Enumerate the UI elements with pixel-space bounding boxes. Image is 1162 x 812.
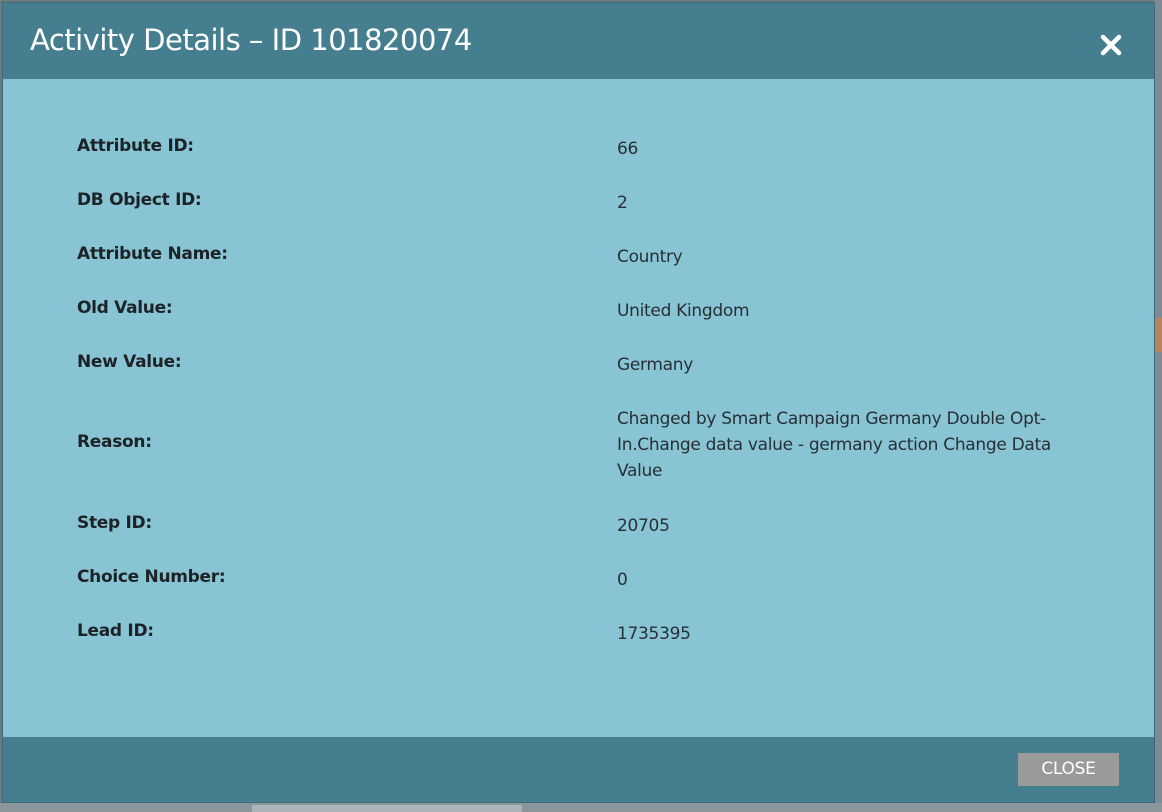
detail-label: Attribute ID:: [77, 136, 194, 156]
dialog-title: Activity Details – ID 101820074: [30, 23, 472, 57]
close-x-glyph: [1100, 34, 1122, 56]
background-scrollbar: [252, 805, 522, 812]
detail-label: New Value:: [77, 352, 182, 372]
detail-label: DB Object ID:: [77, 190, 202, 210]
detail-value: United Kingdom: [617, 301, 750, 321]
detail-label: Attribute Name:: [77, 244, 228, 264]
close-button[interactable]: CLOSE: [1018, 753, 1119, 786]
background-accent: [1154, 318, 1162, 352]
activity-details-dialog: Activity Details – ID 101820074 Attribut…: [3, 3, 1154, 802]
detail-value: 66: [617, 139, 639, 159]
detail-value: Changed by Smart Campaign Germany Double…: [617, 409, 1052, 481]
detail-value: 1735395: [617, 624, 691, 644]
detail-label: Lead ID:: [77, 621, 154, 641]
detail-label: Reason:: [77, 432, 152, 452]
detail-label: Step ID:: [77, 513, 152, 533]
background-bottom-bar: [0, 803, 1162, 812]
detail-value: Germany: [617, 355, 694, 375]
detail-label: Choice Number:: [77, 567, 226, 587]
detail-label: Old Value:: [77, 298, 173, 318]
dialog-header: Activity Details – ID 101820074: [3, 3, 1154, 79]
detail-value: 2: [617, 193, 628, 213]
detail-value: Country: [617, 247, 683, 267]
close-x-icon[interactable]: [1097, 31, 1125, 59]
background-window-edge: [1154, 0, 1162, 812]
dialog-footer: CLOSE: [3, 737, 1154, 802]
detail-value: 0: [617, 570, 628, 590]
detail-value: 20705: [617, 516, 670, 536]
dialog-body: Attribute ID: 66 DB Object ID: 2 Attribu…: [3, 79, 1154, 737]
